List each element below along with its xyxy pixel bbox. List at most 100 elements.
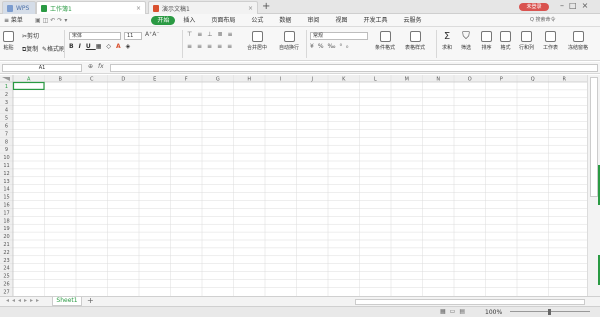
active-cell-A1 [12,81,45,91]
format-button[interactable]: 格式 [500,31,511,51]
row-header-27: 27 [3,289,9,295]
new-tab-button[interactable]: + [262,0,270,13]
freeze-icon [572,31,584,42]
tab-formulas[interactable]: 公式 [243,14,271,27]
close-icon[interactable]: × [136,5,141,12]
worksheet-button[interactable]: 工作表 [543,31,558,51]
conditional-format-button[interactable]: 条件格式 [375,31,395,51]
row-header-14: 14 [3,187,9,193]
presentation-icon [153,4,159,12]
format-painter-button[interactable]: ✎格式刷 [42,44,65,53]
wrap-icon [283,31,295,42]
tab-cloud[interactable]: 云服务 [395,14,429,27]
tab-page-layout[interactable]: 页面布局 [203,14,243,27]
row-header-15: 15 [3,195,9,201]
add-sheet-button[interactable]: + [87,296,94,305]
freeze-panes-button[interactable]: 冻结窗格 [568,31,588,51]
column-header-O: O [468,77,472,83]
font-name-select[interactable]: 宋体 [69,32,121,40]
column-header-I: I [280,77,281,83]
tab-home[interactable]: 开始 [151,15,176,25]
cut-button[interactable]: ✂剪切 [22,31,39,40]
sheet-nav-arrows[interactable]: ◂◂◂▸▸▸ [6,297,42,304]
sheet-tab-sheet1[interactable]: Sheet1 [52,297,82,306]
formula-bar: A1 ⊕ fx [0,62,600,74]
spreadsheet-grid[interactable]: A B C D E F G H I J K L M N O P Q R 1 2 3 4 5 6 7 8 9 10 11 12 13 14 15 1… [0,75,587,296]
scroll-thumb[interactable] [590,77,598,197]
search-command-input[interactable]: Q 搜索命令 [530,16,556,23]
font-size-adjust-icons[interactable]: A⁺A⁻ [145,31,160,38]
font-style-icons[interactable]: BIU▦◇A◈ [69,43,135,50]
filter-button[interactable]: ⛉ 筛选 [461,31,471,51]
ribbon-divider [182,30,183,58]
column-header-B: B [59,77,63,83]
close-window-icon[interactable]: × [582,1,594,10]
horizontal-align-icons[interactable]: ≡≡≡≡≡ [187,43,237,50]
vertical-align-icons[interactable]: ⊤≡⊥≣≡ [187,31,238,38]
title-bar: WPS 工作簿1 × 演示文稿1 × + 未登录 –□× [0,0,600,14]
name-box[interactable]: A1 [2,64,82,72]
wps-logo-icon [7,4,13,12]
tab-developer[interactable]: 开发工具 [355,14,395,27]
column-header-F: F [185,77,188,83]
close-icon[interactable]: × [248,5,253,12]
minimize-icon[interactable]: – [560,1,569,10]
sort-button[interactable]: 排序 [481,31,492,51]
tab-presentation1[interactable]: 演示文稿1 × [148,1,258,14]
view-mode-icons[interactable]: ▦▭▤ [440,308,469,315]
wrap-label: 自动换行 [279,45,300,51]
tab-view[interactable]: 视图 [327,14,355,27]
paste-label: 粘贴 [3,45,14,51]
sum-button[interactable]: Σ 求和 [442,31,452,51]
number-format-icons[interactable]: ¥%‰⁰₀ [310,43,352,50]
paste-button[interactable]: 粘贴 [3,31,14,51]
tab-workbook1[interactable]: 工作簿1 × [36,1,146,14]
row-header-16: 16 [3,203,9,209]
zoom-slider-thumb[interactable] [548,309,551,315]
row-header-19: 19 [3,226,9,232]
insert-function-icon[interactable]: fx [98,63,104,70]
filter-icon: ⛉ [462,31,470,42]
format-label: 格式 [500,45,511,51]
tab-insert[interactable]: 插入 [175,14,203,27]
row-header-10: 10 [3,155,9,161]
column-header-D: D [121,77,125,83]
spreadsheet-icon [41,4,47,12]
merge-icon [251,31,263,42]
zoom-cell-icon[interactable]: ⊕ [88,63,93,70]
tab-workbook1-label: 工作簿1 [50,5,72,13]
cut-label: 剪切 [27,33,40,40]
zoom-level: 100% [485,309,503,316]
row-header-25: 25 [3,274,9,280]
row-header-18: 18 [3,218,9,224]
maximize-icon[interactable]: □ [569,1,582,10]
horizontal-scrollbar[interactable] [355,299,585,305]
row-header-11: 11 [3,163,9,169]
wps-app-tab[interactable]: WPS [2,1,36,14]
table-style-button[interactable]: 表格样式 [405,31,425,51]
vertical-scrollbar[interactable] [587,75,600,296]
tab-review[interactable]: 审阅 [299,14,327,27]
login-button[interactable]: 未登录 [519,3,549,11]
row-header-12: 12 [3,171,9,177]
row-header-21: 21 [3,242,9,248]
sheet-tab-bar: ◂◂◂▸▸▸ Sheet1 + [0,296,600,306]
copy-button[interactable]: ⧉复制 [22,44,38,54]
column-header-H: H [247,77,251,83]
merge-center-button[interactable]: 合并居中 [247,31,267,51]
quick-access-icons[interactable]: ▣◫↶↷▾ [31,14,73,27]
column-header-G: G [216,77,220,83]
font-size-select[interactable]: 11 [124,32,142,40]
table-style-icon [409,31,421,42]
wrap-text-button[interactable]: 自动换行 [279,31,299,51]
copy-label: 复制 [26,46,39,53]
row-column-button[interactable]: 行和列 [519,31,534,51]
row-header-26: 26 [3,282,9,288]
ribbon-divider [64,30,65,58]
tab-data[interactable]: 数据 [271,14,299,27]
number-format-select[interactable]: 常规 [310,32,368,40]
row-header-7: 7 [5,131,8,137]
row-header-8: 8 [5,139,8,145]
formula-input[interactable] [110,64,598,72]
file-menu[interactable]: ≡ 菜单 [0,14,31,27]
